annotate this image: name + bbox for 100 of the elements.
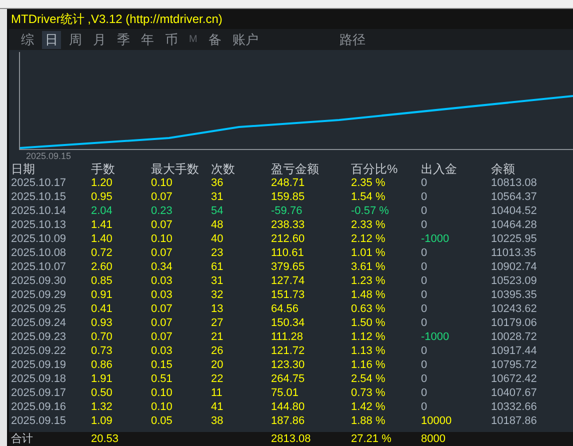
table-cell-text: 2025.10.08 [11, 246, 68, 260]
table-cell-text: 0.63 % [351, 302, 386, 316]
table-cell-text: 10813.08 [491, 176, 538, 190]
table-cell-text: 2025.10.15 [11, 190, 68, 204]
table-cell-text: 1.40 [91, 232, 114, 246]
table-cell-text: 0.50 [91, 386, 114, 400]
table-cell-text: 2025.09.30 [11, 274, 68, 288]
tab[interactable]: 备 [205, 30, 224, 48]
table-cell-text: 0 [421, 274, 428, 288]
table-cell-text: 27 [211, 316, 224, 330]
table-cell-text: 2025.09.22 [11, 344, 68, 358]
table-cell-text: 0 [421, 358, 428, 372]
total-cell-text: 8000 [421, 432, 446, 446]
table-cell-text: 2025.10.09 [11, 232, 68, 246]
table-cell-text: 10028.72 [491, 330, 538, 344]
table-cell-text: 61 [211, 260, 224, 274]
table-cell-text: 0.15 [151, 358, 174, 372]
table-cell-text: 2025.09.24 [11, 316, 68, 330]
tab[interactable]: 账户 [229, 30, 262, 48]
table-cell-text: 11013.35 [491, 246, 538, 260]
table-cell-text: 1.23 % [351, 274, 386, 288]
table-cell-text: 0.85 [91, 274, 114, 288]
table-cell-text: 10243.62 [491, 302, 538, 316]
table-cell-text: 127.74 [271, 274, 306, 288]
table-cell-text: 2025.10.14 [11, 204, 68, 218]
table-cell-text: -0.57 % [351, 204, 390, 218]
table-cell-text: 150.34 [271, 316, 306, 330]
table-cell-text: 0 [421, 176, 428, 190]
table-cell-text: 0.03 [151, 288, 174, 302]
table-cell-text: 1.42 % [351, 400, 386, 414]
path-button[interactable]: 路径 [336, 30, 368, 48]
column-header: 百分比% [351, 162, 399, 176]
table-cell-text: 21 [211, 330, 224, 344]
table-cell-text: 0.03 [151, 344, 174, 358]
table-cell-text: 0 [421, 288, 428, 302]
table-cell-text: 2025.09.25 [11, 302, 68, 316]
table-cell-text: 2025.09.23 [11, 330, 68, 344]
table-cell-text: 1.91 [91, 372, 114, 386]
table-cell-text: 54 [211, 204, 224, 218]
table-cell-text: 0.91 [91, 288, 114, 302]
table-cell-text: 2025.09.16 [11, 400, 68, 414]
table-cell-text: 0.93 [91, 316, 114, 330]
table-cell-text: 159.85 [271, 190, 306, 204]
table-cell-text: 26 [211, 344, 224, 358]
table-cell-text: 10395.35 [491, 288, 538, 302]
axis-label: 2025.09.15 [25, 150, 72, 162]
table-cell-text: 0 [421, 204, 428, 218]
table-cell-text: -1000 [421, 232, 450, 246]
column-header: 最大手数 [151, 162, 200, 176]
tab[interactable]: 季 [114, 30, 133, 48]
table-cell-text: 3.61 % [351, 260, 386, 274]
table-cell-text: 2.12 % [351, 232, 386, 246]
table-cell-text: 2025.10.13 [11, 218, 68, 232]
table-cell-text: 64.56 [271, 302, 300, 316]
table-cell-text: 1.16 % [351, 358, 386, 372]
tab[interactable]: 日 [42, 30, 61, 48]
table-cell-text: 2.54 % [351, 372, 386, 386]
tab[interactable]: 币 [162, 30, 181, 48]
total-cell-text: 合计 [11, 432, 34, 446]
table-cell-text: 212.60 [271, 232, 306, 246]
table-cell-text: 0.70 [91, 330, 114, 344]
table-cell-text: 0 [421, 386, 428, 400]
table-cell-text: 0 [421, 246, 428, 260]
table-cell-text: 31 [211, 190, 224, 204]
table-cell-text: 0 [421, 190, 428, 204]
table-cell-text: 0.41 [91, 302, 114, 316]
tab[interactable]: 年 [138, 30, 157, 48]
column-header: 次数 [211, 162, 236, 176]
table-cell-text: 0 [421, 344, 428, 358]
tab[interactable]: 月 [90, 30, 109, 48]
table-cell-text: 41 [211, 400, 224, 414]
table-cell-text: 0.86 [91, 358, 114, 372]
table-cell-text: 110.61 [271, 246, 305, 260]
table-cell-text: 10672.42 [491, 372, 538, 386]
table-cell-text: 38 [211, 414, 224, 428]
column-header: 手数 [91, 162, 116, 176]
table-cell-text: 0.07 [151, 190, 174, 204]
table-cell-text: 0.73 [91, 344, 114, 358]
table-cell-text: 10179.06 [491, 316, 538, 330]
table-cell-text: 11 [211, 386, 224, 400]
table-cell-text: 238.33 [271, 218, 306, 232]
tab[interactable]: 综 [18, 30, 37, 48]
column-header: 日期 [11, 162, 36, 176]
table-cell-text: 121.72 [271, 344, 306, 358]
table-cell-text: 2025.09.18 [11, 372, 68, 386]
table-cell-text: 0.34 [151, 260, 174, 274]
table-cell-text: 0 [421, 218, 428, 232]
table-cell-text: 0 [421, 302, 428, 316]
table-cell-text: 2025.09.17 [11, 386, 68, 400]
table-cell-text: -59.76 [271, 204, 304, 218]
tab[interactable]: 周 [66, 30, 85, 48]
table-cell-text: 0.95 [91, 190, 114, 204]
table-cell-text: 1.01 % [351, 246, 386, 260]
table-cell-text: 2025.09.15 [11, 414, 68, 428]
table-cell-text: 10795.72 [491, 358, 538, 372]
table-cell-text: 1.12 % [351, 330, 386, 344]
table-cell-text: 1.20 [91, 176, 114, 190]
table-cell-text: 22 [211, 372, 224, 386]
table-cell-text: 13 [211, 302, 224, 316]
table-cell-text: 0.07 [151, 246, 174, 260]
